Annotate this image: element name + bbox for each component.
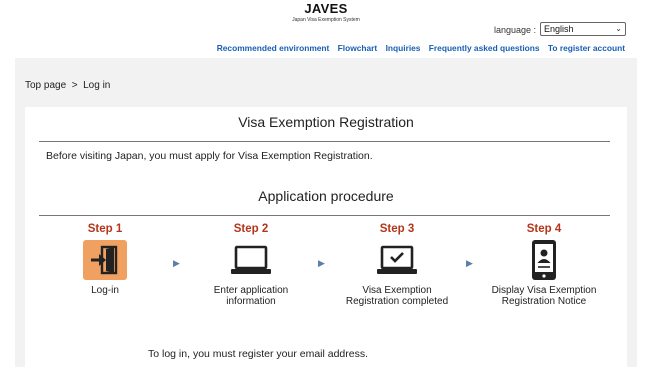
register-email-note: To log in, you must register your email … [148,348,369,360]
title-divider [39,141,610,142]
procedure-title: Application procedure [258,188,394,204]
step-3: Step 3 Visa Exemption Registration compl… [322,223,472,307]
procedure-divider [39,215,610,216]
step-2-caption: Enter application information [213,285,289,307]
nav-recommended-environment[interactable]: Recommended environment [217,43,330,53]
step-3-label: Step 3 [379,223,415,235]
language-select[interactable]: English ⌄ [540,22,626,36]
laptop-icon [231,245,271,274]
nav-inquiries[interactable]: Inquiries [386,43,421,53]
language-selected-value: English [544,24,574,34]
step-3-caption: Visa Exemption Registration completed [345,285,449,307]
language-label: language : [494,25,537,35]
step-4-caption: Display Visa Exemption Registration Noti… [491,285,597,307]
step-2-label: Step 2 [233,223,269,235]
tablet-person-icon [532,240,556,280]
intro-text: Before visiting Japan, you must apply fo… [46,150,373,162]
chevron-down-icon: ⌄ [615,24,622,33]
main-panel: Visa Exemption Registration Before visit… [25,107,627,367]
nav-faq[interactable]: Frequently asked questions [429,43,540,53]
nav-register-account[interactable]: To register account [548,43,625,53]
nav-flowchart[interactable]: Flowchart [338,43,378,53]
step-1-label: Step 1 [87,223,123,235]
login-door-icon [83,240,127,280]
step-1-caption: Log-in [91,285,119,296]
breadcrumb: Top page > Log in [25,80,111,91]
page-title: Visa Exemption Registration [238,114,414,130]
laptop-check-icon [377,245,417,274]
site-header: JAVES Japan Visa Exemption System langua… [0,0,652,58]
top-nav: Recommended environment Flowchart Inquir… [211,43,625,53]
step-4-label: Step 4 [526,223,562,235]
step-4: Step 4 Display Visa Exemption Registrati… [469,223,619,307]
logo-title[interactable]: JAVES [0,1,652,16]
step-1: Step 1 Log-in [30,223,180,296]
step-2: Step 2 Enter application information [176,223,326,307]
